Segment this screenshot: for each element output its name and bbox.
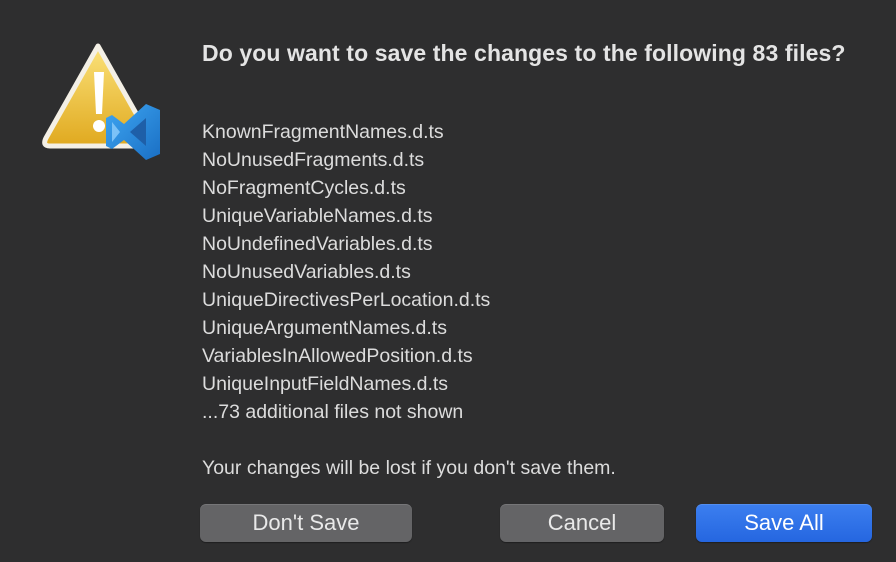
dialog-content: Do you want to save the changes to the f… [202, 36, 872, 479]
vscode-warning-icon [42, 43, 160, 160]
cancel-button[interactable]: Cancel [500, 504, 664, 542]
file-list-item: NoUnusedFragments.d.ts [202, 149, 425, 171]
file-list-item: KnownFragmentNames.d.ts [202, 121, 444, 143]
additional-files-note: ...73 additional files not shown [202, 401, 464, 423]
file-list-item: NoUndefinedVariables.d.ts [202, 233, 433, 255]
file-list-item: NoUnusedVariables.d.ts [202, 261, 411, 283]
file-list-item: UniqueDirectivesPerLocation.d.ts [202, 289, 491, 311]
file-list-item: VariablesInAllowedPosition.d.ts [202, 345, 473, 367]
file-list-item: NoFragmentCycles.d.ts [202, 177, 406, 199]
dont-save-button[interactable]: Don't Save [200, 504, 412, 542]
file-list-item: UniqueInputFieldNames.d.ts [202, 373, 449, 395]
save-changes-dialog: Do you want to save the changes to the f… [0, 0, 896, 562]
file-list: KnownFragmentNames.d.ts NoUnusedFragment… [202, 118, 490, 398]
file-list-item: UniqueArgumentNames.d.ts [202, 317, 447, 339]
save-all-button[interactable]: Save All [696, 504, 872, 542]
dialog-title: Do you want to save the changes to the f… [202, 40, 846, 66]
file-list-item: UniqueVariableNames.d.ts [202, 205, 433, 227]
unsaved-warning-text: Your changes will be lost if you don't s… [202, 457, 616, 479]
